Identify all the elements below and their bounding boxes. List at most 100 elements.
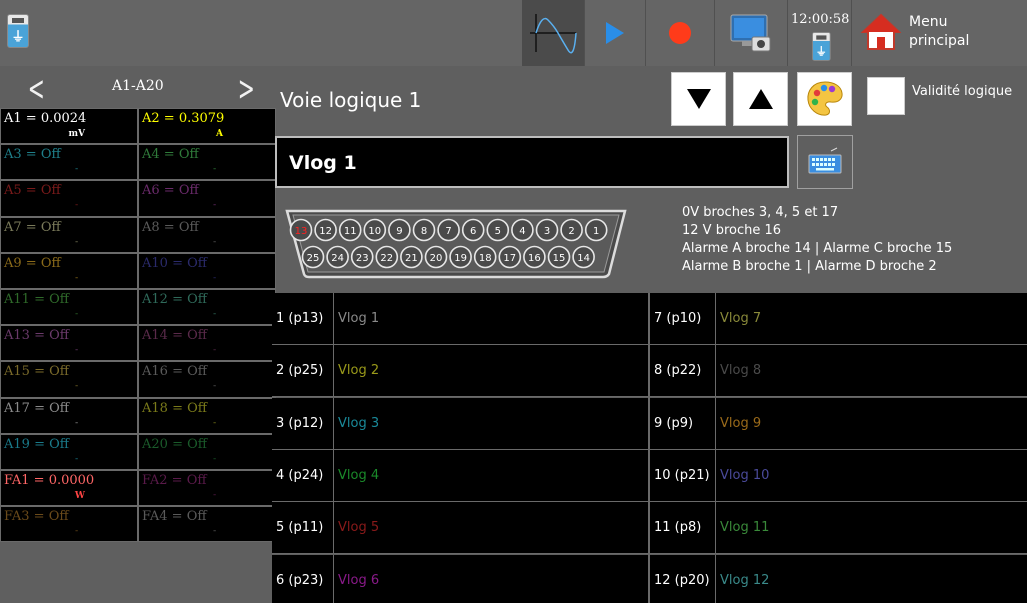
channel-value: FA4 = Off bbox=[142, 509, 207, 525]
channel-cell[interactable]: A2 = 0.3079 A bbox=[138, 108, 276, 145]
keyboard-button[interactable] bbox=[797, 135, 853, 189]
channel-cell[interactable]: A19 = Off - bbox=[0, 433, 138, 470]
pin-info-line: Alarme A broche 14 | Alarme C broche 15 bbox=[682, 241, 953, 256]
channel-cell[interactable]: FA4 = Off - bbox=[138, 506, 276, 543]
channel-value: A19 = Off bbox=[4, 436, 69, 452]
table-row[interactable]: 7 (p10) Vlog 7 bbox=[650, 293, 1027, 345]
connector-pin-label: 22 bbox=[380, 253, 393, 264]
connector-pin-label: 4 bbox=[519, 226, 525, 237]
channel-cell[interactable]: A3 = Off - bbox=[0, 144, 138, 181]
channel-value: A6 = Off bbox=[142, 183, 199, 199]
channel-cell[interactable]: A11 = Off - bbox=[0, 289, 138, 326]
table-row[interactable]: 2 (p25) Vlog 2 bbox=[272, 345, 649, 398]
top-toolbar: ⏚ 12:00:58 ⏚ Menu principal bbox=[0, 0, 1027, 66]
logic-validity-checkbox[interactable] bbox=[867, 77, 905, 115]
play-icon bbox=[606, 22, 624, 44]
channel-value: A12 = Off bbox=[142, 292, 207, 307]
channel-unit: - bbox=[75, 236, 79, 247]
channel-cell[interactable]: A17 = Off - bbox=[0, 397, 138, 434]
connector-pin-label: 13 bbox=[295, 226, 308, 237]
channel-value: A7 = Off bbox=[4, 219, 61, 235]
channel-cell[interactable]: A6 = Off - bbox=[138, 180, 276, 217]
connector-pin-label: 6 bbox=[470, 226, 476, 237]
channel-cell[interactable]: A13 = Off - bbox=[0, 325, 138, 362]
channel-cell[interactable]: A1 = 0.0024 mV bbox=[0, 108, 138, 145]
channel-name-field[interactable]: Vlog 1 bbox=[275, 136, 789, 188]
channel-value: A9 = Off bbox=[4, 255, 61, 271]
channel-cell[interactable]: A7 = Off - bbox=[0, 216, 138, 253]
table-row[interactable]: 6 (p23) Vlog 6 bbox=[272, 554, 649, 603]
channel-cell[interactable]: FA2 = Off - bbox=[138, 470, 276, 507]
channel-value: A11 = Off bbox=[4, 292, 69, 307]
table-row[interactable]: 4 (p24) Vlog 4 bbox=[272, 449, 649, 502]
channel-unit: - bbox=[213, 164, 217, 175]
next-group-button[interactable]: > bbox=[238, 72, 255, 106]
channel-group-title: A1-A20 bbox=[112, 78, 164, 94]
channel-cell[interactable]: FA1 = 0.0000 W bbox=[0, 470, 138, 507]
channel-value: A3 = Off bbox=[4, 147, 61, 163]
table-row[interactable]: 3 (p12) Vlog 3 bbox=[272, 397, 649, 450]
page-title: Voie logique 1 bbox=[280, 88, 422, 112]
channel-value: A4 = Off bbox=[142, 147, 199, 163]
channel-value: A14 = Off bbox=[142, 328, 207, 344]
previous-channel-button[interactable] bbox=[733, 72, 788, 126]
channel-cell[interactable]: A12 = Off - bbox=[138, 289, 276, 326]
screen-capture-button[interactable] bbox=[715, 0, 787, 66]
channel-cell[interactable]: A4 = Off - bbox=[138, 144, 276, 181]
table-row[interactable]: 8 (p22) Vlog 8 bbox=[650, 345, 1027, 398]
play-button[interactable] bbox=[585, 0, 645, 66]
row-channel-name: Vlog 2 bbox=[338, 363, 380, 379]
table-row[interactable]: 1 (p13) Vlog 1 bbox=[272, 293, 649, 345]
connector-pin-label: 11 bbox=[344, 226, 357, 237]
channel-value: A20 = Off bbox=[142, 436, 207, 452]
channel-cell[interactable]: A15 = Off - bbox=[0, 361, 138, 398]
connector-pin-label: 9 bbox=[396, 226, 402, 237]
channel-unit: - bbox=[75, 164, 79, 175]
channel-cell[interactable]: A5 = Off - bbox=[0, 180, 138, 217]
channel-unit: - bbox=[213, 453, 217, 464]
row-index: 9 (p9) bbox=[654, 415, 694, 431]
table-row[interactable]: 11 (p8) Vlog 11 bbox=[650, 502, 1027, 555]
waveform-button[interactable] bbox=[522, 0, 584, 66]
channel-cell[interactable]: A9 = Off - bbox=[0, 252, 138, 289]
table-row[interactable]: 5 (p11) Vlog 5 bbox=[272, 502, 649, 555]
keyboard-icon bbox=[808, 147, 842, 174]
channel-unit: - bbox=[75, 309, 79, 319]
connector-pin-label: 14 bbox=[577, 253, 590, 264]
screen-capture-icon bbox=[730, 14, 771, 52]
logic-validity-label: Validité logique bbox=[912, 84, 1013, 99]
channel-cell[interactable]: A16 = Off - bbox=[138, 361, 276, 398]
main-menu-button[interactable]: Menu principal bbox=[855, 4, 1027, 60]
channel-unit: A bbox=[216, 129, 223, 139]
connector-pin-label: 20 bbox=[430, 253, 443, 264]
waveform-icon bbox=[530, 14, 577, 54]
table-row[interactable]: 12 (p20) Vlog 12 bbox=[650, 554, 1027, 603]
channel-cell[interactable]: A8 = Off - bbox=[138, 216, 276, 253]
channel-cell[interactable]: A20 = Off - bbox=[138, 433, 276, 470]
usb-icon[interactable]: ⏚ bbox=[7, 14, 29, 48]
color-palette-button[interactable] bbox=[797, 72, 852, 126]
channel-value: FA2 = Off bbox=[142, 473, 207, 488]
prev-group-button[interactable]: < bbox=[28, 72, 45, 106]
next-channel-button[interactable] bbox=[671, 72, 726, 126]
channel-group-nav: < A1-A20 > bbox=[0, 66, 273, 108]
row-channel-name: Vlog 6 bbox=[338, 572, 380, 588]
connector-pin-label: 25 bbox=[307, 253, 320, 264]
row-channel-name: Vlog 10 bbox=[720, 467, 770, 483]
table-row[interactable]: 10 (p21) Vlog 10 bbox=[650, 449, 1027, 502]
record-button[interactable] bbox=[646, 0, 714, 66]
channel-cell[interactable]: A10 = Off - bbox=[138, 252, 276, 289]
channel-cell[interactable]: A18 = Off - bbox=[138, 397, 276, 434]
pin-info-line: Alarme B broche 1 | Alarme D broche 2 bbox=[682, 259, 937, 274]
channel-cell[interactable]: FA3 = Off - bbox=[0, 506, 138, 543]
row-channel-name: Vlog 5 bbox=[338, 520, 380, 536]
row-index: 3 (p12) bbox=[276, 415, 324, 431]
channel-value: A16 = Off bbox=[142, 364, 207, 380]
channel-cell[interactable]: A14 = Off - bbox=[138, 325, 276, 362]
connector-pin-label: 3 bbox=[544, 226, 550, 237]
table-row[interactable]: 9 (p9) Vlog 9 bbox=[650, 397, 1027, 450]
row-channel-name: Vlog 9 bbox=[720, 415, 762, 431]
connector-pin-label: 7 bbox=[445, 226, 451, 237]
arrow-down-icon bbox=[686, 89, 711, 109]
channel-value: A17 = Off bbox=[4, 400, 69, 416]
